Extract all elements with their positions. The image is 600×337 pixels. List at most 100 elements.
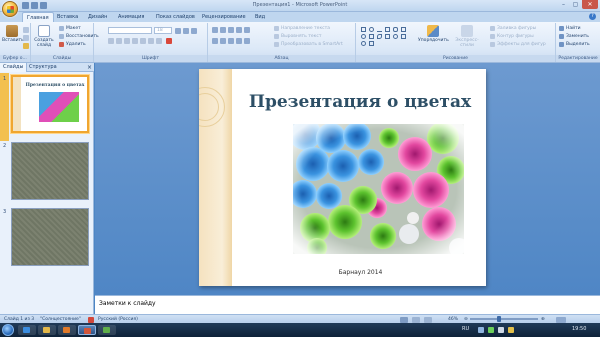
start-button[interactable] xyxy=(2,324,14,336)
tab-slideshow[interactable]: Показ слайдов xyxy=(152,12,199,22)
numbering-icon[interactable] xyxy=(220,27,226,33)
group-label-clipboard: Буфер о... xyxy=(0,55,30,62)
zoom-slider-handle[interactable] xyxy=(497,316,501,322)
tab-outline[interactable]: Структура xyxy=(26,63,60,72)
ribbon-tabs: Главная Вставка Дизайн Анимация Показ сл… xyxy=(0,12,600,23)
new-slide-button[interactable]: Создать слайд xyxy=(33,25,55,48)
office-button[interactable] xyxy=(2,1,18,17)
network-icon[interactable] xyxy=(488,327,494,333)
close-button[interactable]: ✕ xyxy=(582,0,598,9)
close-pane-icon[interactable]: × xyxy=(87,63,92,72)
shape-oval-icon[interactable] xyxy=(369,27,374,32)
italic-icon[interactable] xyxy=(116,38,122,44)
find-button[interactable]: Найти xyxy=(559,25,581,32)
underline-icon[interactable] xyxy=(124,38,130,44)
copy-icon[interactable] xyxy=(23,35,29,41)
reset-button[interactable]: Восстановить xyxy=(59,33,99,40)
shrink-font-icon[interactable] xyxy=(183,28,189,34)
taskbar-app[interactable] xyxy=(98,325,116,335)
line-spacing-icon[interactable] xyxy=(244,27,250,33)
delete-slide-button[interactable]: Удалить xyxy=(59,41,86,48)
shape-star-icon[interactable] xyxy=(385,34,390,39)
shape-outline-button[interactable]: Контур фигуры xyxy=(490,33,534,40)
font-size-field[interactable]: 18 xyxy=(154,27,172,34)
shape-triangle-icon[interactable] xyxy=(369,34,374,39)
shape-brace-icon[interactable] xyxy=(393,34,398,39)
shape-rounded-icon[interactable] xyxy=(393,27,398,32)
slide-number-2: 2 xyxy=(3,143,7,149)
notes-pane[interactable]: Заметки к слайду xyxy=(95,295,600,314)
slide-footer-text[interactable]: Барнаул 2014 xyxy=(303,269,418,276)
font-color-icon[interactable] xyxy=(166,38,172,44)
taskbar-media[interactable] xyxy=(58,325,76,335)
increase-indent-icon[interactable] xyxy=(236,27,242,33)
current-slide[interactable]: Презентация о цветах Барнаул 2014 xyxy=(199,69,486,286)
text-direction-button[interactable]: Направление текста xyxy=(274,25,330,32)
shape-more-icon[interactable] xyxy=(401,34,406,39)
notes-placeholder: Заметки к слайду xyxy=(99,300,156,307)
shape-arrow-icon[interactable] xyxy=(385,27,390,32)
align-text-button[interactable]: Выровнять текст xyxy=(274,33,321,40)
tab-slides[interactable]: Слайды xyxy=(0,63,28,72)
select-button[interactable]: Выделить xyxy=(559,41,590,48)
slide-thumb-2[interactable] xyxy=(11,142,89,200)
decrease-indent-icon[interactable] xyxy=(228,27,234,33)
tab-design[interactable]: Дизайн xyxy=(84,12,111,22)
taskbar-ie[interactable] xyxy=(18,325,36,335)
justify-icon[interactable] xyxy=(236,38,242,44)
layout-button[interactable]: Макет xyxy=(59,25,81,32)
tab-review[interactable]: Рецензирование xyxy=(198,12,250,22)
shape-bracket-icon[interactable] xyxy=(377,34,382,39)
shape-textbox-icon[interactable] xyxy=(401,27,406,32)
slide-title[interactable]: Презентация о цветах xyxy=(244,92,476,112)
flag-icon[interactable] xyxy=(508,327,514,333)
shape-smile-icon[interactable] xyxy=(361,41,366,46)
quick-styles-button[interactable]: Экспресс-стили xyxy=(450,25,484,48)
change-case-icon[interactable] xyxy=(156,38,162,44)
help-icon[interactable]: ? xyxy=(589,13,596,20)
spacing-icon[interactable] xyxy=(148,38,154,44)
cut-icon[interactable] xyxy=(23,27,29,33)
slide-thumb-1[interactable]: Презентация о цветах xyxy=(11,75,89,133)
clock[interactable]: 19:50 xyxy=(572,326,586,332)
tray-icon[interactable] xyxy=(478,327,484,333)
strikethrough-icon[interactable] xyxy=(132,38,138,44)
shape-effects-button[interactable]: Эффекты для фигур xyxy=(490,41,546,48)
shape-rect-icon[interactable] xyxy=(361,27,366,32)
paste-button[interactable]: Вставить xyxy=(2,25,24,43)
language-bar[interactable]: RU xyxy=(462,326,469,332)
taskbar-explorer[interactable] xyxy=(38,325,56,335)
shadow-icon[interactable] xyxy=(140,38,146,44)
minimize-button[interactable]: – xyxy=(558,0,569,9)
group-clipboard: Вставить Буфер о... xyxy=(0,23,31,62)
maximize-button[interactable]: ▢ xyxy=(570,0,581,9)
slide-thumb-3[interactable] xyxy=(11,208,89,266)
shape-callout-icon[interactable] xyxy=(369,41,374,46)
grow-font-icon[interactable] xyxy=(175,28,181,34)
smartart-button[interactable]: Преобразовать в SmartArt xyxy=(274,41,343,48)
flowers-photo[interactable] xyxy=(293,124,464,254)
align-left-icon[interactable] xyxy=(212,38,218,44)
tab-view[interactable]: Вид xyxy=(251,12,269,22)
paste-icon xyxy=(6,25,18,37)
align-center-icon[interactable] xyxy=(220,38,226,44)
taskbar-powerpoint[interactable] xyxy=(78,325,96,335)
volume-icon[interactable] xyxy=(498,327,504,333)
bullets-icon[interactable] xyxy=(212,27,218,33)
title-bar: Презентация1 - Microsoft PowerPoint – ▢ … xyxy=(0,0,600,12)
align-right-icon[interactable] xyxy=(228,38,234,44)
replace-button[interactable]: Заменить xyxy=(559,33,589,40)
columns-icon[interactable] xyxy=(244,38,250,44)
arrange-button[interactable]: Упорядочить xyxy=(418,25,449,43)
zoom-slider[interactable] xyxy=(470,318,538,320)
format-painter-icon[interactable] xyxy=(23,43,29,49)
shape-fill-button[interactable]: Заливка фигуры xyxy=(490,25,536,32)
tab-insert[interactable]: Вставка xyxy=(53,12,82,22)
clear-format-icon[interactable] xyxy=(191,28,197,34)
shape-line-icon[interactable] xyxy=(377,27,382,32)
tab-animation[interactable]: Анимация xyxy=(114,12,148,22)
effects-icon xyxy=(490,42,495,47)
font-name-field[interactable] xyxy=(108,27,152,34)
bold-icon[interactable] xyxy=(108,38,114,44)
shape-curve-icon[interactable] xyxy=(361,34,366,39)
